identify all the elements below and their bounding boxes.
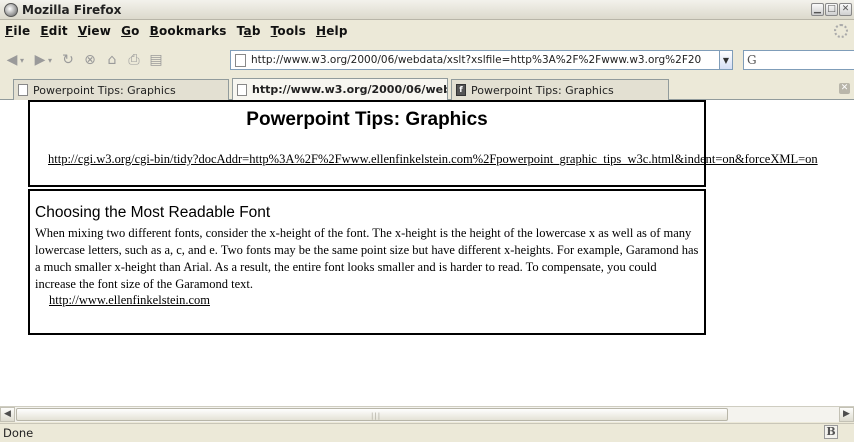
navigation-toolbar: ◀ ▾ ▶ ▾ ↻ ⊗ ⌂ ⎙ ▤ ▼ G bbox=[0, 44, 854, 76]
menu-file[interactable]: File bbox=[2, 24, 37, 38]
menu-go[interactable]: Go bbox=[118, 24, 147, 38]
tab-bar: Powerpoint Tips: Graphics http://www.w3.… bbox=[0, 76, 854, 100]
print-preview-icon[interactable]: ▤ bbox=[146, 50, 166, 70]
address-input[interactable] bbox=[251, 52, 701, 68]
scroll-right-icon[interactable]: ▶ bbox=[839, 407, 854, 422]
page-content: Powerpoint Tips: Graphics http://cgi.w3.… bbox=[0, 100, 854, 406]
search-engine-icon[interactable]: G bbox=[747, 53, 757, 67]
minimize-icon[interactable]: ▁ bbox=[811, 3, 824, 16]
forward-icon[interactable]: ▶ bbox=[30, 50, 50, 70]
reload-icon[interactable]: ↻ bbox=[58, 50, 78, 70]
menu-bar: File Edit View Go Bookmarks Tab Tools He… bbox=[0, 21, 854, 41]
throbber-icon bbox=[834, 24, 848, 38]
window-controls: ▁ □ ✕ bbox=[811, 3, 852, 16]
tip-box: Choosing the Most Readable Font When mix… bbox=[28, 189, 706, 335]
tab-label: Powerpoint Tips: Graphics bbox=[471, 83, 614, 97]
status-bar: Done bbox=[0, 423, 854, 442]
horizontal-scrollbar[interactable]: ◀ ||| ▶ bbox=[0, 406, 854, 422]
back-icon[interactable]: ◀ bbox=[2, 50, 22, 70]
forward-history-dropdown-icon[interactable]: ▾ bbox=[48, 56, 56, 65]
tab-powerpoint-tips-2[interactable]: f Powerpoint Tips: Graphics bbox=[451, 79, 669, 100]
search-bar[interactable]: G bbox=[743, 50, 854, 70]
stop-icon[interactable]: ⊗ bbox=[80, 50, 100, 70]
page-icon bbox=[18, 84, 28, 96]
menu-tab[interactable]: Tab bbox=[234, 24, 268, 38]
section-heading: Choosing the Most Readable Font bbox=[35, 204, 271, 221]
close-icon[interactable]: ✕ bbox=[839, 3, 852, 16]
status-b-icon[interactable]: B bbox=[824, 425, 838, 439]
menu-bookmarks[interactable]: Bookmarks bbox=[147, 24, 234, 38]
menu-tools[interactable]: Tools bbox=[268, 24, 313, 38]
window-title: Mozilla Firefox bbox=[22, 2, 122, 17]
home-icon[interactable]: ⌂ bbox=[102, 50, 122, 70]
author-link[interactable]: http://www.ellenfinkelstein.com bbox=[49, 293, 210, 308]
menu-file-rest: ile bbox=[13, 24, 31, 38]
title-bar: Mozilla Firefox ▁ □ ✕ bbox=[0, 0, 854, 20]
scroll-thumb[interactable]: ||| bbox=[16, 408, 728, 421]
header-box: Powerpoint Tips: Graphics http://cgi.w3.… bbox=[28, 100, 818, 187]
source-link[interactable]: http://cgi.w3.org/cgi-bin/tidy?docAddr=h… bbox=[48, 152, 818, 167]
page-icon bbox=[235, 53, 246, 67]
firefox-app-icon bbox=[4, 2, 18, 17]
favicon-f-icon: f bbox=[456, 84, 466, 96]
menu-help[interactable]: Help bbox=[313, 24, 355, 38]
page-icon bbox=[237, 83, 247, 96]
maximize-icon[interactable]: □ bbox=[825, 3, 838, 16]
tab-label: http://www.w3.org/2000/06/webd... bbox=[252, 83, 447, 96]
menu-edit[interactable]: Edit bbox=[37, 24, 74, 38]
page-title: Powerpoint Tips: Graphics bbox=[246, 109, 488, 130]
address-bar[interactable] bbox=[230, 50, 720, 70]
tab-w3-xslt[interactable]: http://www.w3.org/2000/06/webd... bbox=[232, 78, 448, 100]
menu-view[interactable]: View bbox=[75, 24, 118, 38]
back-history-dropdown-icon[interactable]: ▾ bbox=[20, 56, 28, 65]
tab-powerpoint-tips-1[interactable]: Powerpoint Tips: Graphics bbox=[13, 79, 229, 100]
address-dropdown-icon[interactable]: ▼ bbox=[719, 50, 733, 70]
print-icon[interactable]: ⎙ bbox=[124, 50, 144, 70]
tab-label: Powerpoint Tips: Graphics bbox=[33, 83, 176, 97]
grip-icon: ||| bbox=[371, 412, 382, 420]
section-body: When mixing two different fonts, conside… bbox=[35, 226, 699, 291]
close-tab-icon[interactable]: ✕ bbox=[839, 83, 850, 94]
scroll-left-icon[interactable]: ◀ bbox=[0, 407, 15, 422]
status-text: Done bbox=[3, 426, 34, 440]
